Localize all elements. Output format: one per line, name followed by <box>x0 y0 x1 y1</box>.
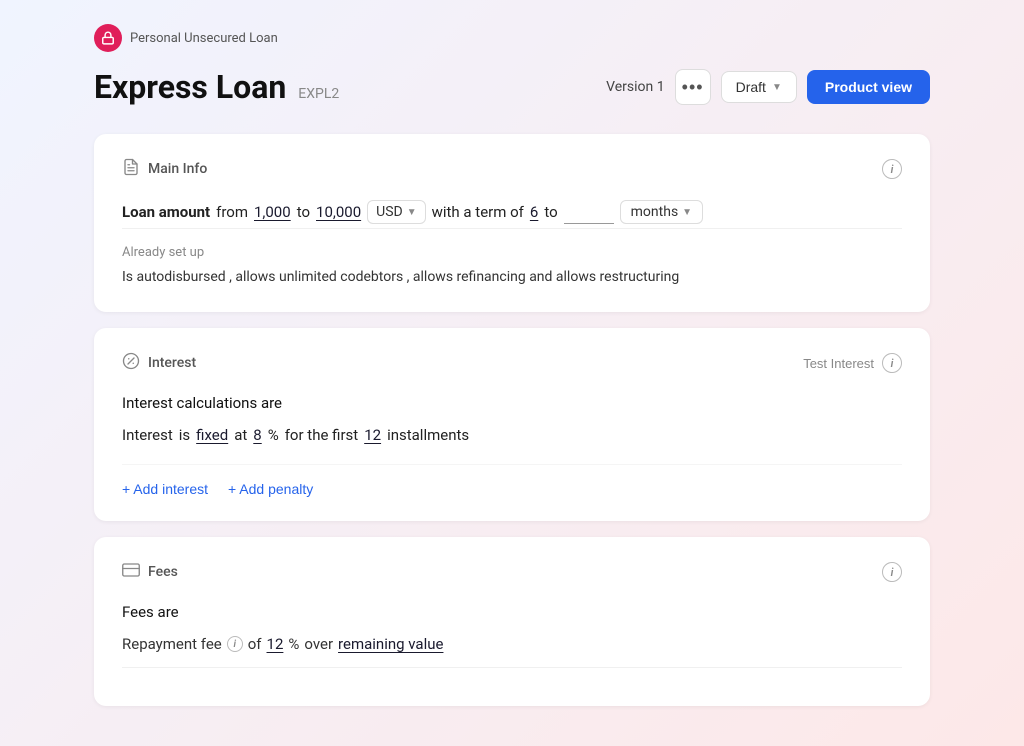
fees-section-title-text: Fees <box>122 603 154 621</box>
interest-add-actions: + Add interest + Add penalty <box>122 464 902 497</box>
already-setup-text: Is autodisbursed , allows unlimited code… <box>122 266 902 288</box>
currency-value: USD <box>376 204 403 220</box>
fees-help-icon[interactable]: i <box>882 562 902 582</box>
for-the-first-label: for the first <box>285 426 358 444</box>
interest-section-title-text: Interest calculations <box>122 394 257 412</box>
fees-of-label: of <box>248 635 262 653</box>
interest-card: Interest Test Interest i Interest calcul… <box>94 328 930 521</box>
currency-select[interactable]: USD ▼ <box>367 200 425 224</box>
main-info-title-group: Main Info <box>122 158 207 180</box>
page-header: Express Loan EXPL2 Version 1 ••• Draft ▼… <box>94 68 930 106</box>
header-actions: Version 1 ••• Draft ▼ Product view <box>606 69 930 105</box>
interest-row-text-1: Interest <box>122 426 173 444</box>
interest-percent-value[interactable]: 8 <box>253 426 261 444</box>
fees-percent-symbol: % <box>288 635 299 653</box>
fees-card: Fees i Fees are Repayment fee i of 12 % … <box>94 537 930 706</box>
interest-card-header: Interest Test Interest i <box>122 352 902 374</box>
fees-card-title: Fees <box>148 564 178 580</box>
months-value: months <box>631 204 679 220</box>
draft-chevron-icon: ▼ <box>772 82 782 93</box>
remaining-value-label[interactable]: remaining value <box>338 635 443 653</box>
repayment-fee-help-icon[interactable]: i <box>227 636 243 652</box>
fees-row: Repayment fee i of 12 % over remaining v… <box>122 635 902 653</box>
installments-count[interactable]: 12 <box>364 426 381 444</box>
draft-label: Draft <box>736 79 766 95</box>
interest-row: Interest is fixed at 8 % for the first 1… <box>122 426 902 444</box>
draft-button[interactable]: Draft ▼ <box>721 71 797 103</box>
fees-divider <box>122 667 902 668</box>
more-icon: ••• <box>682 77 704 98</box>
main-info-card-title: Main Info <box>148 161 207 177</box>
loan-icon <box>94 24 122 52</box>
breadcrumb: Personal Unsecured Loan <box>94 24 930 52</box>
term-to-input[interactable] <box>564 201 614 224</box>
months-select[interactable]: months ▼ <box>620 200 703 224</box>
to-label-1: to <box>297 203 310 221</box>
main-info-card-header: Main Info i <box>122 158 902 180</box>
already-setup-label: Already set up <box>122 245 902 260</box>
interest-help-icon[interactable]: i <box>882 353 902 373</box>
more-options-button[interactable]: ••• <box>675 69 711 105</box>
with-term-label: with a term of <box>432 203 524 221</box>
interest-row-text-3: at <box>234 426 247 444</box>
fees-title-group: Fees <box>122 561 178 583</box>
product-code: EXPL2 <box>298 86 339 102</box>
breadcrumb-text: Personal Unsecured Loan <box>130 31 278 46</box>
currency-chevron-icon: ▼ <box>407 207 417 218</box>
interest-card-title: Interest <box>148 355 196 371</box>
fees-card-header: Fees i <box>122 561 902 583</box>
interest-row-text-2: is <box>179 426 190 444</box>
title-group: Express Loan EXPL2 <box>94 68 339 106</box>
already-setup-section: Already set up Is autodisbursed , allows… <box>122 228 902 288</box>
to-label-2: to <box>544 203 557 221</box>
months-chevron-icon: ▼ <box>682 207 692 218</box>
from-label: from <box>216 203 248 221</box>
min-amount[interactable]: 1,000 <box>254 203 291 221</box>
term-from-value[interactable]: 6 <box>530 203 538 221</box>
fees-section-suffix: are <box>158 603 179 621</box>
add-penalty-button[interactable]: + Add penalty <box>228 481 313 497</box>
fees-percent-value[interactable]: 12 <box>267 635 284 653</box>
add-interest-button[interactable]: + Add interest <box>122 481 208 497</box>
main-info-help-icon[interactable]: i <box>882 159 902 179</box>
interest-percent-symbol: % <box>268 426 279 444</box>
loan-amount-row: Loan amount from 1,000 to 10,000 USD ▼ w… <box>122 200 902 224</box>
interest-title-group: Interest <box>122 352 196 374</box>
interest-header-right: Test Interest i <box>803 353 902 373</box>
version-label: Version 1 <box>606 79 664 95</box>
main-info-icon <box>122 158 140 180</box>
fees-section-title: Fees are <box>122 603 902 621</box>
main-info-card: Main Info i Loan amount from 1,000 to 10… <box>94 134 930 312</box>
fees-over-label: over <box>304 635 333 653</box>
loan-amount-label: Loan amount <box>122 203 210 221</box>
interest-section-title: Interest calculations are <box>122 394 902 412</box>
interest-section-suffix: are <box>261 394 282 412</box>
page-title: Express Loan <box>94 68 286 106</box>
interest-fixed-badge[interactable]: fixed <box>196 426 228 444</box>
interest-icon <box>122 352 140 374</box>
installments-label: installments <box>387 426 469 444</box>
fees-icon <box>122 561 140 583</box>
max-amount[interactable]: 10,000 <box>316 203 361 221</box>
repayment-fee-label: Repayment fee <box>122 635 222 653</box>
test-interest-button[interactable]: Test Interest <box>803 356 874 371</box>
product-view-button[interactable]: Product view <box>807 70 930 104</box>
